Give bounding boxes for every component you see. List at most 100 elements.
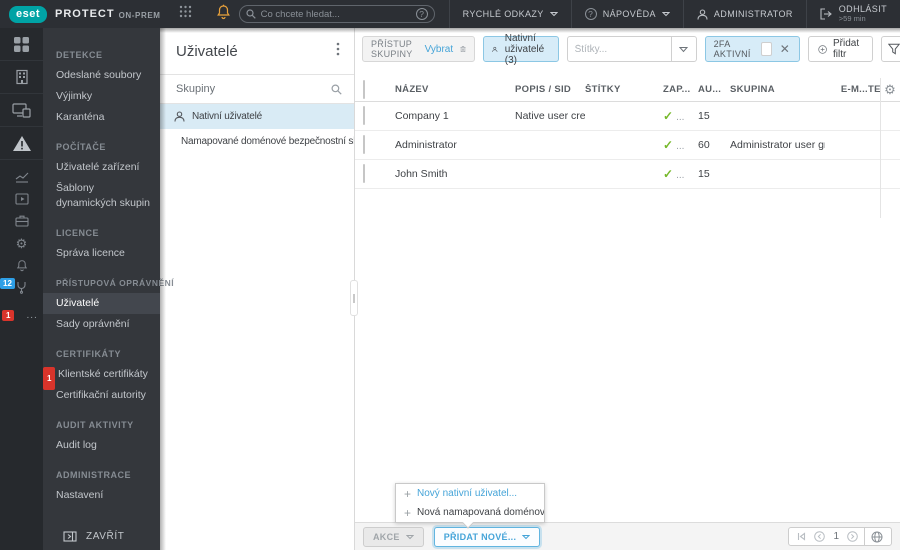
- table-row[interactable]: Administrator ✓... 60 Administrator user…: [355, 131, 900, 160]
- column-popis-sid[interactable]: POPIS / SID: [515, 84, 585, 95]
- row-checkbox[interactable]: [363, 106, 365, 125]
- search-icon: [331, 83, 342, 95]
- global-search[interactable]: ?: [238, 5, 435, 23]
- tags-filter[interactable]: [566, 36, 697, 62]
- sidebar-item-certifikacni-autority[interactable]: Certifikační autority: [43, 385, 160, 406]
- chevron-down-icon: [679, 46, 689, 52]
- tree-item-nativni-uzivatele[interactable]: Nativní uživatelé: [160, 104, 354, 129]
- top-bar: eset PROTECT ON-PREM ? RYCHLÉ ODKAZY ? N…: [0, 0, 900, 28]
- section-detekce: DETEKCE: [56, 50, 103, 60]
- access-group-filter-chip[interactable]: PŘÍSTUP SKUPINY Vybrat: [362, 36, 476, 62]
- actions-button[interactable]: AKCE: [363, 526, 424, 547]
- notifications-bell-icon[interactable]: [216, 4, 231, 25]
- section-certifikaty: CERTIFIKÁTY: [56, 349, 121, 359]
- add-filter-button[interactable]: Přidat filtr: [807, 36, 873, 62]
- column-email[interactable]: E-M...: [825, 84, 868, 95]
- groups-search-label: Skupiny: [176, 83, 216, 95]
- select-all-checkbox[interactable]: [363, 79, 365, 99]
- quick-links-button[interactable]: RYCHLÉ ODKAZY: [448, 0, 571, 28]
- company-icon[interactable]: [0, 61, 43, 94]
- chevron-down-icon: [661, 12, 670, 17]
- column-skupina[interactable]: SKUPINA: [730, 84, 825, 95]
- logout-button[interactable]: ODHLÁSIT >59 min: [805, 0, 900, 28]
- search-help-icon[interactable]: ?: [415, 8, 428, 20]
- sidebar-item-vyjimky[interactable]: Výjimky: [43, 86, 160, 107]
- plus-circle-icon: [818, 44, 827, 54]
- policies-gear-icon[interactable]: ⚙: [0, 232, 43, 254]
- user-name-label: ADMINISTRATOR: [713, 9, 793, 19]
- table-header: NÁZEV POPIS / SID ŠTÍTKY ZAP... AU... SK…: [355, 78, 900, 102]
- table-row[interactable]: Company 1 Native user cre... ✓... 15: [355, 102, 900, 131]
- logout-label: ODHLÁSIT: [838, 4, 887, 14]
- sidebar-item-sady-opravneni[interactable]: Sady oprávnění: [43, 314, 160, 335]
- filter-bar: PŘÍSTUP SKUPINY Vybrat Nativní uživatelé…: [355, 28, 900, 78]
- sidebar-item-sablony-dynamickych-skupin[interactable]: Šablony dynamických skupin: [43, 178, 160, 214]
- notifications-icon[interactable]: [0, 254, 43, 276]
- enabled-check-icon: ✓: [663, 109, 674, 123]
- help-button[interactable]: ? NÁPOVĚDA: [570, 0, 683, 28]
- column-nazev[interactable]: NÁZEV: [395, 84, 515, 95]
- table-settings-gear-icon[interactable]: ⚙: [884, 82, 896, 98]
- sidebar-item-uzivatele-zarizeni[interactable]: Uživatelé zařízení: [43, 157, 160, 178]
- sidebar-item-odeslane-soubory[interactable]: Odeslané soubory: [43, 65, 160, 86]
- sidebar-item-uzivatele[interactable]: Uživatelé: [43, 293, 160, 314]
- chevron-down-icon: [549, 12, 558, 17]
- access-group-select-link[interactable]: Vybrat: [425, 44, 454, 55]
- table-tools: [880, 36, 900, 62]
- column-telefon[interactable]: TE: [868, 84, 880, 95]
- global-search-input[interactable]: [260, 8, 416, 20]
- column-au[interactable]: AU...: [698, 84, 730, 95]
- cell-enabled-more: ...: [676, 170, 685, 181]
- panel-resize-handle[interactable]: [350, 280, 358, 316]
- section-pocitace: POČÍTAČE: [56, 142, 106, 152]
- sidebar-item-klientske-certifikaty[interactable]: 1 Klientské certifikáty: [43, 364, 160, 390]
- tags-dropdown-button[interactable]: [670, 37, 696, 61]
- rail-more-button[interactable]: 1 ... ❯: [0, 302, 55, 328]
- group-filter-label: Nativní uživatelé (3): [504, 32, 545, 66]
- row-checkbox[interactable]: [363, 164, 365, 183]
- first-page-button[interactable]: [793, 532, 810, 541]
- trash-icon[interactable]: [460, 43, 466, 55]
- gear-column-divider: [880, 78, 881, 218]
- sidebar-menu: DETEKCE Odeslané soubory Výjimky Karanté…: [43, 28, 174, 550]
- add-new-button[interactable]: PŘIDAT NOVÉ...: [433, 526, 541, 547]
- groups-search[interactable]: Skupiny: [160, 75, 354, 104]
- collapse-sidebar-button[interactable]: ZAVŘÍT: [43, 531, 160, 542]
- tree-item-namapovane-skupiny[interactable]: Namapované doménové bezpečnostní skupiny: [160, 129, 354, 154]
- language-globe-icon[interactable]: [867, 531, 887, 543]
- previous-page-button[interactable]: [810, 531, 829, 542]
- table-row[interactable]: John Smith ✓... 15: [355, 160, 900, 189]
- row-checkbox[interactable]: [363, 135, 365, 154]
- remove-filter-icon[interactable]: ✕: [779, 42, 791, 56]
- next-page-button[interactable]: [843, 531, 862, 542]
- product-name: PROTECT: [55, 8, 115, 20]
- user-menu-button[interactable]: ADMINISTRATOR: [682, 0, 806, 28]
- twofa-filter-label: 2FA AKTIVNÍ: [713, 39, 751, 59]
- status-overview-icon[interactable]: 12: [0, 276, 43, 298]
- tasks-icon[interactable]: [0, 188, 43, 210]
- sidebar-item-audit-log[interactable]: Audit log: [43, 435, 160, 456]
- app-grid-icon[interactable]: [179, 5, 192, 23]
- sidebar-item-karantena[interactable]: Karanténa: [43, 107, 160, 128]
- collapse-icon: [63, 531, 77, 542]
- panel-menu-icon[interactable]: [332, 38, 344, 65]
- twofa-filter-chip[interactable]: 2FA AKTIVNÍ ✕: [704, 36, 800, 62]
- sidebar-item-sprava-licence[interactable]: Správa licence: [43, 243, 160, 264]
- section-audit-aktivity: AUDIT AKTIVITY: [56, 420, 134, 430]
- filter-funnel-icon[interactable]: [887, 43, 900, 55]
- detections-warning-icon[interactable]: [0, 127, 43, 160]
- installers-icon[interactable]: [0, 210, 43, 232]
- reports-icon[interactable]: [0, 166, 43, 188]
- twofa-checkbox[interactable]: [761, 42, 772, 56]
- group-filter-chip[interactable]: Nativní uživatelé (3): [483, 33, 559, 66]
- column-stitky[interactable]: ŠTÍTKY: [585, 84, 663, 95]
- tags-filter-input[interactable]: [567, 43, 671, 55]
- sidebar-item-nastaveni[interactable]: Nastavení: [43, 485, 160, 506]
- column-zap[interactable]: ZAP...: [663, 84, 698, 95]
- more-dots-icon: ...: [26, 309, 38, 321]
- computers-icon[interactable]: [0, 94, 43, 127]
- cell-group: Administrator user group: [730, 139, 825, 151]
- menu-item-novy-nativni-uzivatel[interactable]: + Nový nativní uživatel...: [396, 484, 544, 503]
- dashboard-icon[interactable]: [0, 28, 43, 61]
- cell-name: Company 1: [395, 110, 449, 122]
